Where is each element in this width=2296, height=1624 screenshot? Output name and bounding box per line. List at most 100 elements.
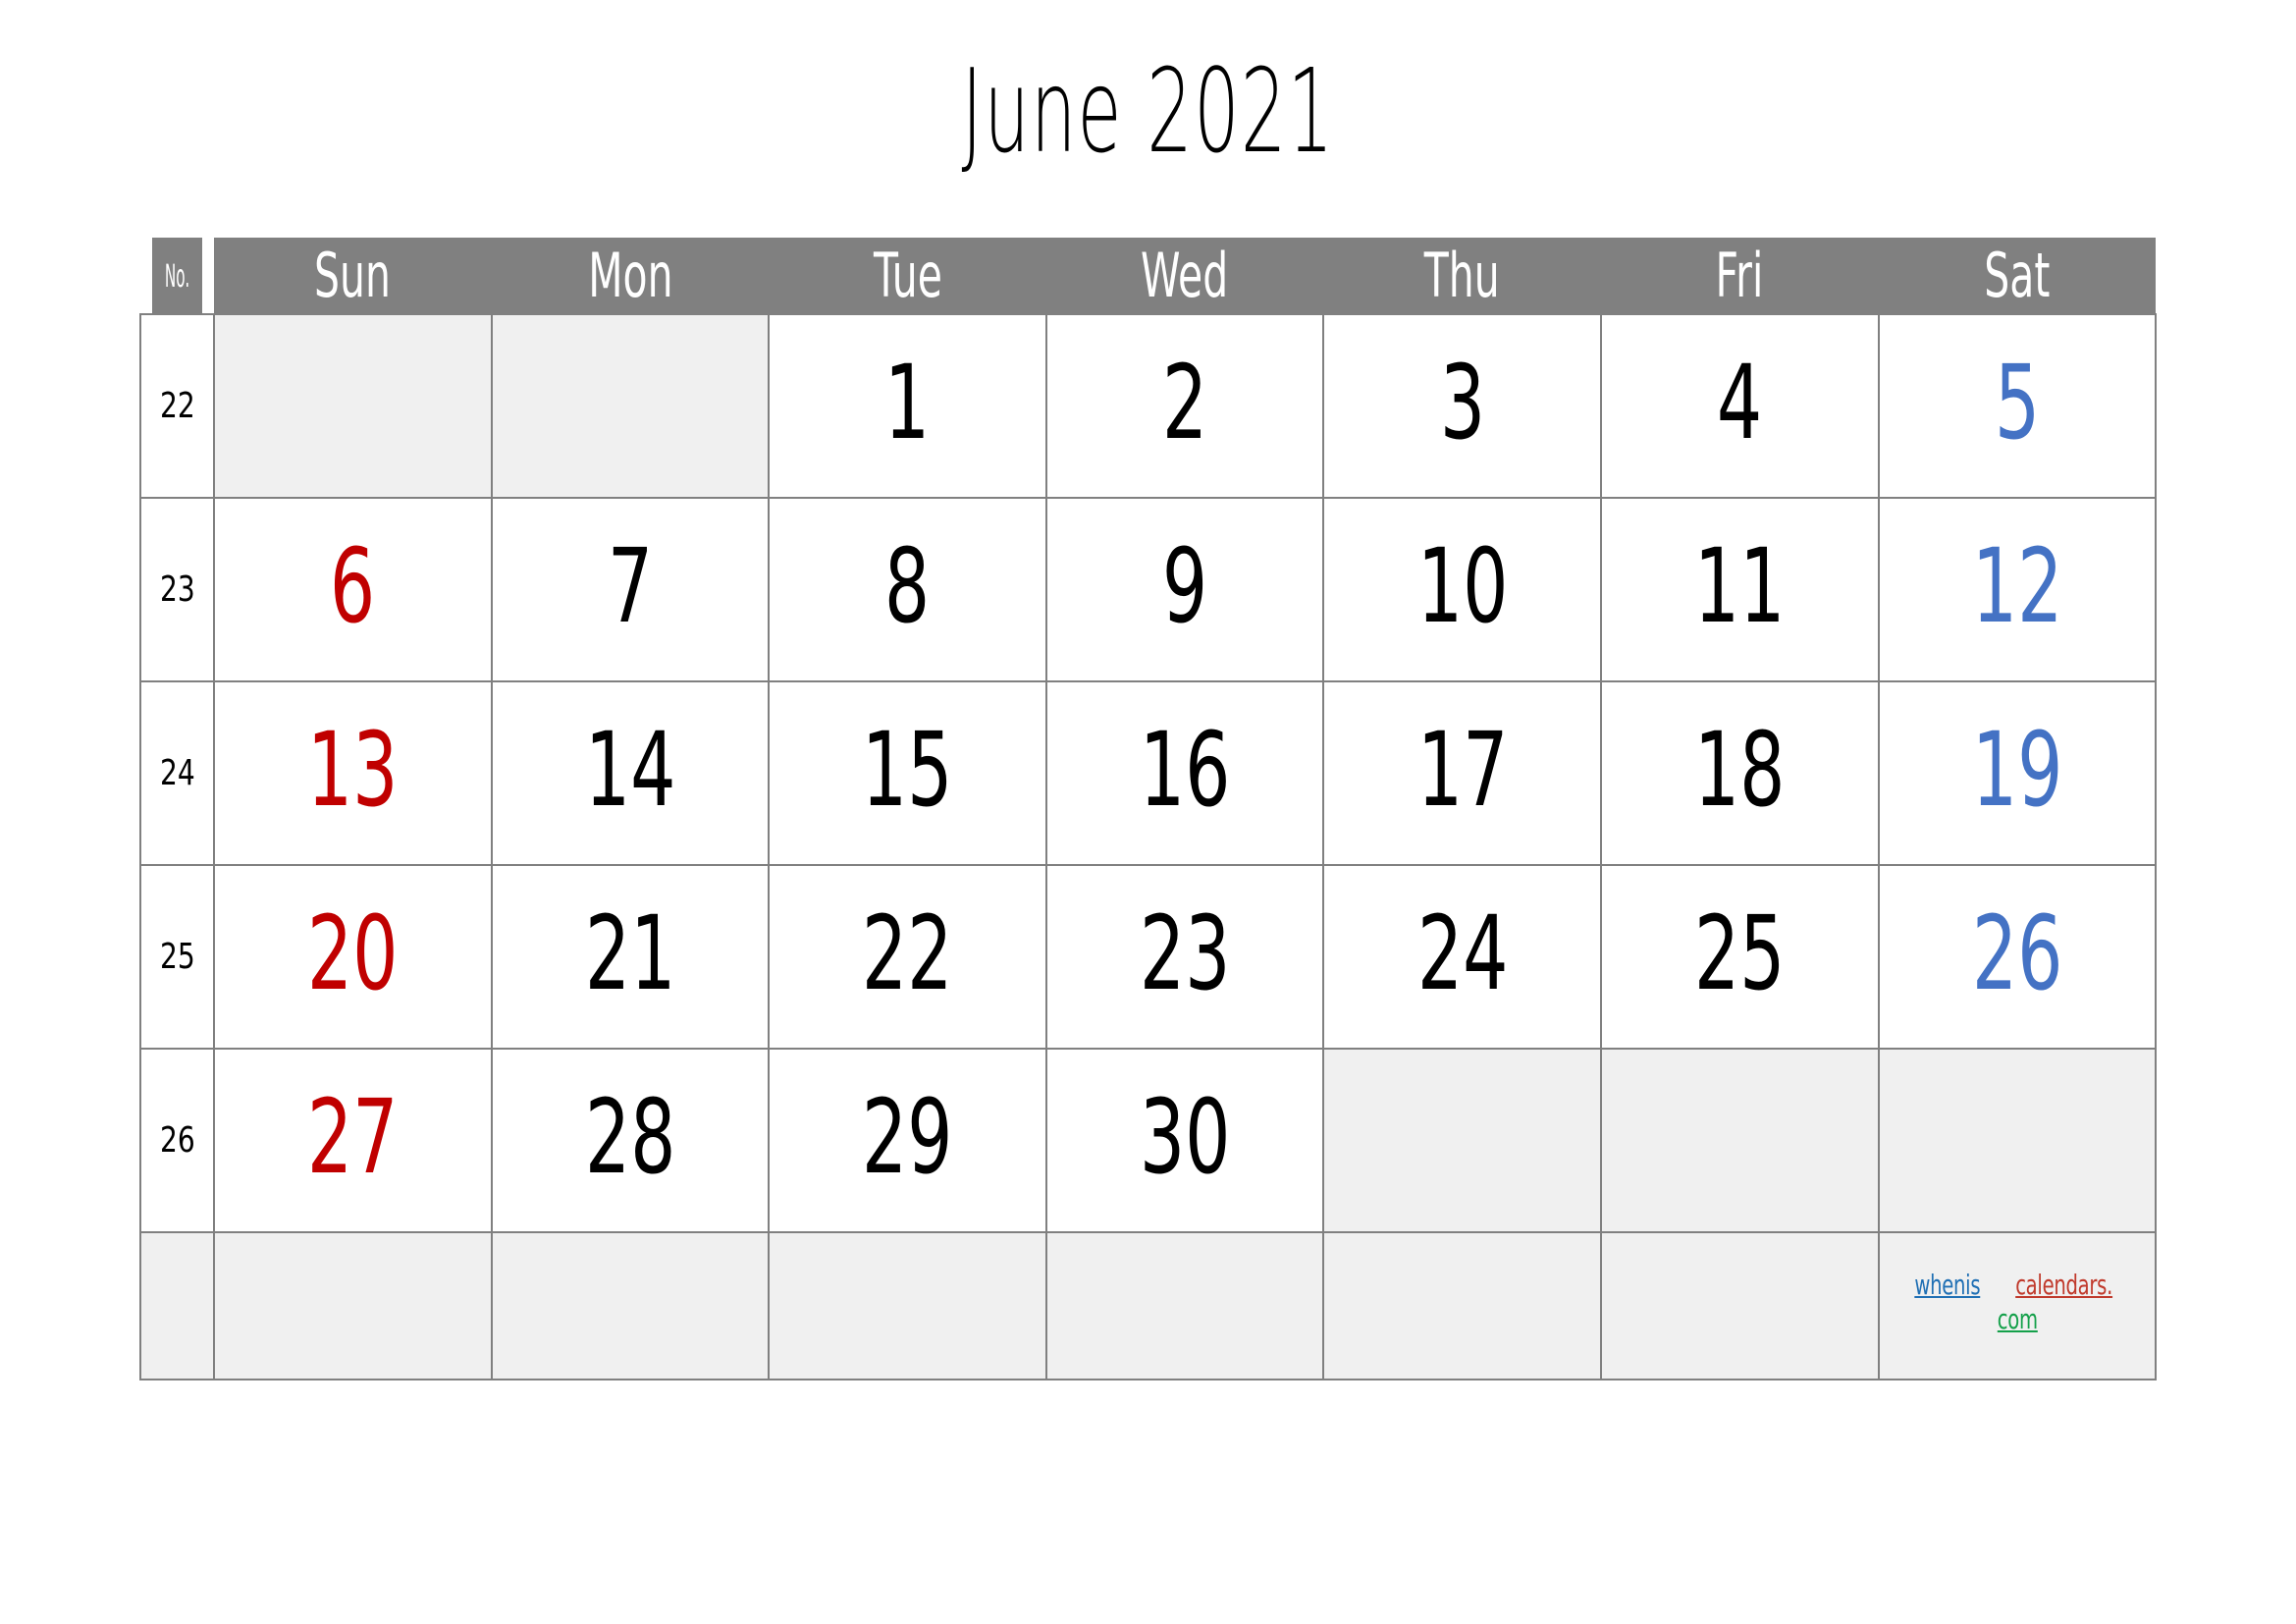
day-number: 29: [862, 1076, 953, 1197]
weekday-label-mon: Mon: [587, 240, 673, 311]
day-number: 3: [1439, 342, 1485, 462]
day-cell-wed[interactable]: [1044, 1231, 1325, 1380]
calendar-week-row: 23 6 7 8 9 10 11 12: [139, 497, 2158, 682]
day-number: 13: [306, 709, 399, 830]
watermark-cell: whenis calendars.com: [1877, 1231, 2158, 1380]
weekday-header-sun: Sun: [214, 238, 492, 314]
watermark-link[interactable]: whenis calendars.com: [1880, 1269, 2156, 1340]
watermark-part-1: whenis: [1914, 1269, 1981, 1301]
weekday-header-thu: Thu: [1323, 238, 1601, 314]
day-number: 21: [584, 893, 676, 1013]
day-cell-mon[interactable]: 7: [490, 497, 771, 682]
day-cell-tue[interactable]: 8: [768, 497, 1047, 682]
day-number: 27: [306, 1076, 399, 1197]
week-number-cell: [139, 1231, 215, 1380]
day-number: 26: [1971, 893, 2063, 1013]
calendar-table: No. Sun Mon Tue Wed Thu Fri Sat 22 1 2 3…: [139, 238, 2158, 1380]
day-cell-thu[interactable]: 17: [1322, 680, 1602, 866]
page-title: June 2021: [961, 43, 1335, 179]
weekday-header-mon: Mon: [491, 238, 770, 314]
day-cell-fri[interactable]: 4: [1599, 313, 1880, 499]
day-cell-mon[interactable]: 28: [490, 1048, 771, 1233]
day-number: 15: [862, 709, 953, 830]
day-cell-tue[interactable]: 15: [768, 680, 1047, 866]
day-number: 8: [884, 525, 931, 646]
day-number: 28: [584, 1076, 676, 1197]
weekday-label-fri: Fri: [1715, 240, 1764, 311]
day-cell-sat[interactable]: [1877, 1048, 2158, 1233]
day-cell-mon[interactable]: [490, 313, 771, 499]
weekday-label-sat: Sat: [1984, 240, 2051, 311]
week-number-value: 23: [159, 569, 195, 610]
day-cell-tue[interactable]: [768, 1231, 1047, 1380]
week-number-column-header: No.: [152, 238, 202, 314]
day-number: 4: [1717, 342, 1763, 462]
week-number-cell: 25: [139, 864, 215, 1050]
week-number-cell: 24: [139, 680, 215, 866]
day-cell-sat[interactable]: 12: [1877, 497, 2158, 682]
day-number: 16: [1139, 709, 1231, 830]
day-cell-tue[interactable]: 1: [768, 313, 1047, 499]
calendar-page: June 2021 No. Sun Mon Tue Wed Thu Fri Sa…: [0, 0, 2296, 1624]
day-cell-mon[interactable]: 21: [490, 864, 771, 1050]
day-cell-wed[interactable]: 23: [1044, 864, 1325, 1050]
day-cell-sat[interactable]: 5: [1877, 313, 2158, 499]
week-number-value: 25: [159, 937, 195, 977]
week-number-value: 22: [159, 386, 195, 426]
week-number-value: 24: [159, 753, 195, 793]
day-cell-tue[interactable]: 22: [768, 864, 1047, 1050]
day-cell-thu[interactable]: 10: [1322, 497, 1602, 682]
day-cell-sun[interactable]: [213, 1231, 493, 1380]
day-cell-mon[interactable]: [490, 1231, 771, 1380]
weekday-header-fri: Fri: [1600, 238, 1879, 314]
weekday-label-sun: Sun: [314, 240, 392, 311]
day-cell-thu[interactable]: 3: [1322, 313, 1602, 499]
weekday-header-row: No. Sun Mon Tue Wed Thu Fri Sat: [140, 238, 2157, 314]
day-cell-thu[interactable]: [1322, 1231, 1602, 1380]
week-number-column-label: No.: [164, 256, 190, 295]
day-cell-sat[interactable]: 26: [1877, 864, 2158, 1050]
day-cell-tue[interactable]: 29: [768, 1048, 1047, 1233]
day-number: 7: [607, 525, 654, 646]
day-cell-fri[interactable]: [1599, 1231, 1880, 1380]
day-cell-thu[interactable]: [1322, 1048, 1602, 1233]
week-number-value: 26: [159, 1120, 195, 1161]
week-number-cell: 22: [139, 313, 215, 499]
day-cell-thu[interactable]: 24: [1322, 864, 1602, 1050]
day-number: 22: [862, 893, 953, 1013]
calendar-week-row: 25 20 21 22 23 24 25 26: [139, 864, 2158, 1050]
day-cell-sun[interactable]: 27: [213, 1048, 493, 1233]
day-number: 30: [1139, 1076, 1231, 1197]
weekday-header-wed: Wed: [1045, 238, 1324, 314]
day-number: 11: [1693, 525, 1786, 646]
calendar-header: No. Sun Mon Tue Wed Thu Fri Sat: [140, 238, 2157, 314]
calendar-week-row: 24 13 14 15 16 17 18 19: [139, 680, 2158, 866]
day-cell-fri[interactable]: 25: [1599, 864, 1880, 1050]
day-cell-sun[interactable]: 13: [213, 680, 493, 866]
day-number: 5: [1994, 342, 2041, 462]
weekday-label-wed: Wed: [1141, 240, 1229, 311]
day-number: 14: [584, 709, 676, 830]
day-number: 2: [1161, 342, 1208, 462]
day-cell-fri[interactable]: 18: [1599, 680, 1880, 866]
day-cell-wed[interactable]: 2: [1044, 313, 1325, 499]
day-cell-mon[interactable]: 14: [490, 680, 771, 866]
day-number: 9: [1161, 525, 1208, 646]
calendar-table-wrapper: No. Sun Mon Tue Wed Thu Fri Sat 22 1 2 3…: [139, 238, 2158, 1380]
day-number: 19: [1971, 709, 2063, 830]
day-number: 17: [1416, 709, 1508, 830]
day-cell-fri[interactable]: 11: [1599, 497, 1880, 682]
day-cell-wed[interactable]: 16: [1044, 680, 1325, 866]
day-cell-wed[interactable]: 9: [1044, 497, 1325, 682]
day-cell-sun[interactable]: [213, 313, 493, 499]
day-cell-sat[interactable]: 19: [1877, 680, 2158, 866]
day-number: 18: [1693, 709, 1786, 830]
watermark-part-2: calendars.: [2015, 1269, 2113, 1301]
day-cell-fri[interactable]: [1599, 1048, 1880, 1233]
day-cell-wed[interactable]: 30: [1044, 1048, 1325, 1233]
day-number: 20: [306, 893, 399, 1013]
day-number: 12: [1971, 525, 2063, 646]
day-cell-sun[interactable]: 20: [213, 864, 493, 1050]
calendar-week-row: 22 1 2 3 4 5: [139, 313, 2158, 499]
day-cell-sun[interactable]: 6: [213, 497, 493, 682]
